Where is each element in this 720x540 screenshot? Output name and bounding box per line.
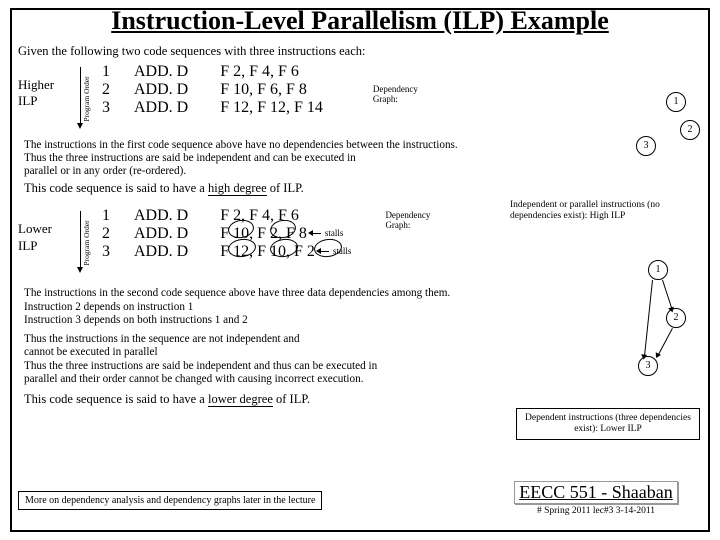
label-line: ILP [18, 238, 62, 254]
higher-ilp-label: Higher ILP [18, 63, 62, 110]
body-line: parallel and their order cannot be chang… [24, 373, 704, 386]
body-line: Instruction 2 depends on instruction 1 [24, 301, 704, 314]
program-order-axis: Program Order [72, 207, 86, 279]
arrow-down-icon [80, 67, 81, 125]
paragraph-lower-a: The instructions in the second code sequ… [0, 279, 720, 327]
body-line: Thus the three instructions are said be … [24, 152, 704, 165]
paragraph-higher: The instructions in the first code seque… [0, 135, 720, 195]
lower-ilp-label: Lower ILP [18, 207, 62, 254]
side-caption-lower-ilp: Dependent instructions (three dependenci… [516, 408, 700, 440]
arrow-down-icon [80, 211, 81, 269]
lower-ilp-sentence: This code sequence is said to have a low… [24, 386, 704, 407]
body-line: Instruction 3 depends on both instructio… [24, 314, 704, 327]
label-line: Graph: [385, 221, 431, 231]
instruction-table: 1ADD. DF 2, F 4, F 6 2ADD. DF 10, F 6, F… [96, 63, 333, 117]
program-order-text: Program Order [82, 221, 91, 266]
program-order-axis: Program Order [72, 63, 86, 135]
course-subtitle: # Spring 2011 lec#3 3-14-2011 [484, 504, 708, 516]
label-line: Higher [18, 77, 62, 93]
stall-marker: stalls [311, 228, 344, 238]
table-row: 1ADD. DF 2, F 4, F 6 [96, 207, 361, 225]
course-title: EECC 551 - Shaaban [514, 481, 677, 504]
table-row: 2ADD. DF 10, F 6, F 8 [96, 81, 333, 99]
body-line: cannot be executed in parallel [24, 346, 704, 359]
paragraph-lower-b: Thus the instructions in the sequence ar… [0, 327, 720, 407]
body-line: Thus the instructions in the sequence ar… [24, 333, 704, 346]
footer-note: More on dependency analysis and dependen… [18, 491, 322, 510]
sequence-higher-ilp: Higher ILP Program Order 1ADD. DF 2, F 4… [0, 59, 720, 135]
body-line: The instructions in the first code seque… [24, 139, 704, 152]
graph-node: 1 [666, 92, 686, 112]
graph-node: 1 [648, 260, 668, 280]
dep-graph-label: Dependency Graph: [385, 207, 431, 231]
label-line: Graph: [373, 95, 419, 105]
body-line: The instructions in the second code sequ… [24, 287, 704, 300]
label-line: Lower [18, 221, 62, 237]
body-line: Thus the three instructions are said be … [24, 360, 704, 373]
table-row: 1ADD. DF 2, F 4, F 6 [96, 63, 333, 81]
table-row: 3ADD. DF 12, F 12, F 14 [96, 99, 333, 117]
dep-graph-label: Dependency Graph: [373, 63, 419, 105]
program-order-text: Program Order [82, 76, 91, 121]
body-line: parallel or in any order (re-ordered). [24, 165, 704, 178]
high-ilp-sentence: This code sequence is said to have a hig… [24, 179, 704, 196]
label-line: ILP [18, 93, 62, 109]
course-footer: EECC 551 - Shaaban # Spring 2011 lec#3 3… [484, 481, 708, 516]
